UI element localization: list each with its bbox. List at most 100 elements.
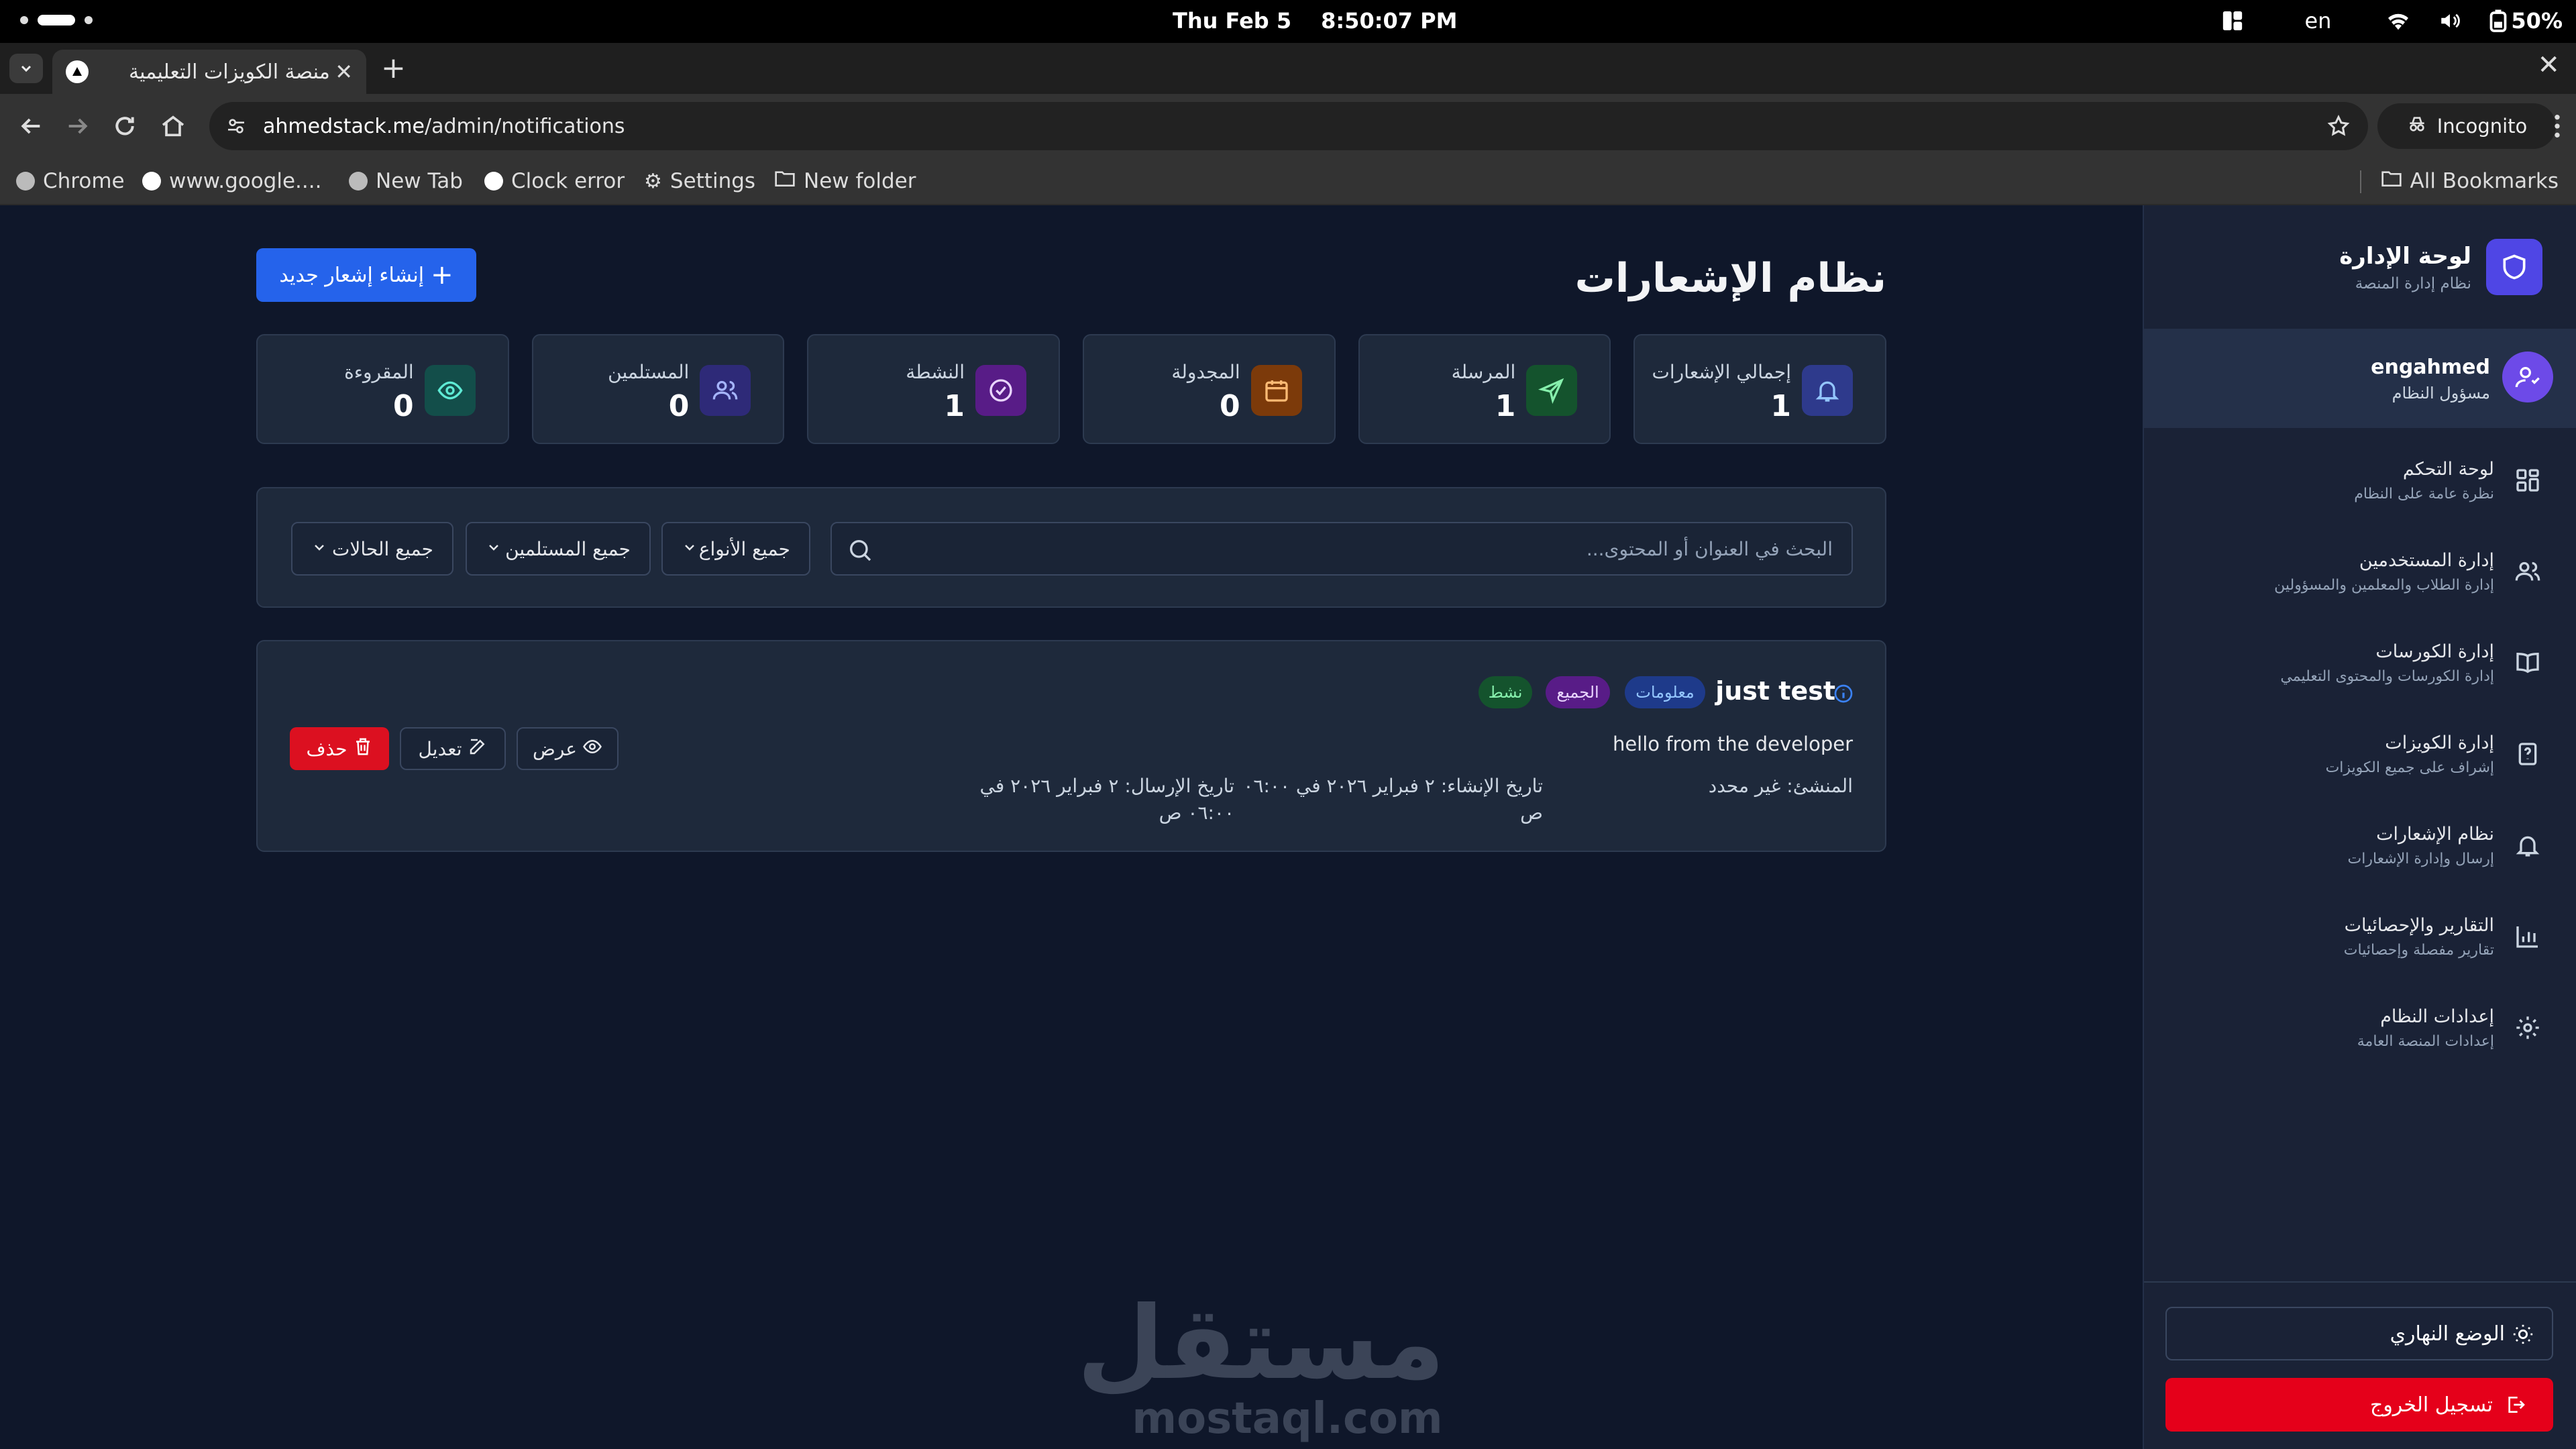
gear-icon xyxy=(2514,1014,2541,1044)
grid-icon xyxy=(2514,467,2541,496)
logout-icon xyxy=(2505,1394,2526,1421)
new-tab-icon[interactable]: + xyxy=(381,51,406,85)
stat-sent: المرسلة 1 xyxy=(1358,334,1611,444)
main-content: نظام الإشعارات + إنشاء إشعار جديد إجمالي… xyxy=(0,205,2143,1449)
browser-menu-icon[interactable] xyxy=(2553,113,2561,142)
sidebar-item-courses[interactable]: إدارة الكورسات إدارة الكورسات والمحتوى ا… xyxy=(2144,629,2576,710)
page-title: نظام الإشعارات xyxy=(1574,255,1886,302)
all-bookmarks[interactable]: All Bookmarks xyxy=(2381,169,2559,193)
sidebar-item-quizzes[interactable]: إدارة الكويزات إشراف على جميع الكويزات xyxy=(2144,720,2576,801)
window-close-icon[interactable]: ✕ xyxy=(2537,50,2560,80)
address-bar[interactable]: ahmedstack.me/admin/notifications xyxy=(209,102,2368,150)
bookmark-chrome[interactable]: Chrome xyxy=(16,169,125,193)
layout-icon[interactable] xyxy=(2221,9,2244,32)
sidebar-item-notifications[interactable]: نظام الإشعارات إرسال وإدارة الإشعارات xyxy=(2144,812,2576,892)
os-date: Thu Feb 5 xyxy=(1173,8,1292,34)
stat-scheduled: المجدولة 0 xyxy=(1082,334,1336,444)
bookmark-new-tab[interactable]: New Tab xyxy=(349,169,463,193)
chrome-icon xyxy=(16,172,35,191)
bookmark-clock-error[interactable]: Clock error xyxy=(484,169,625,193)
bookmarks-bar: Chrome www.google.... New Tab Clock erro… xyxy=(0,158,2576,205)
bookmark-google[interactable]: www.google.... xyxy=(142,169,321,193)
chevron-down-icon xyxy=(311,538,327,560)
send-icon xyxy=(1526,365,1578,416)
sun-icon xyxy=(2512,1323,2534,1351)
user-role: مسؤول النظام xyxy=(2392,384,2490,402)
back-icon[interactable] xyxy=(17,113,44,142)
user-name: engahmed xyxy=(2371,356,2490,379)
sidebar-item-users[interactable]: إدارة المستخدمين إدارة الطلاب والمعلمين … xyxy=(2144,538,2576,619)
google-icon xyxy=(484,172,503,191)
notification-body: hello from the developer xyxy=(1612,733,1853,755)
info-icon xyxy=(1833,683,1854,707)
created-date-meta: تاريخ الإنشاء: ٢ فبراير ٢٠٢٦ في ٠٦:٠٠ ص xyxy=(1243,775,1543,824)
user-card[interactable]: engahmed مسؤول النظام xyxy=(2144,329,2576,428)
battery-status[interactable]: 50% xyxy=(2488,8,2563,34)
eye-icon xyxy=(582,737,602,761)
chevron-down-icon xyxy=(682,538,698,560)
stat-total: إجمالي الإشعارات 1 xyxy=(1633,334,1886,444)
os-language[interactable]: en xyxy=(2304,8,2331,34)
recipient-filter-select[interactable]: جميع المستلمين xyxy=(466,522,651,576)
gear-icon: ⚙ xyxy=(644,169,662,193)
tab-close-icon[interactable]: ✕ xyxy=(335,59,353,85)
bookmark-settings[interactable]: ⚙ Settings xyxy=(644,169,755,193)
sidebar-item-reports[interactable]: التقارير والإحصائيات تقارير مفصلة وإحصائ… xyxy=(2144,903,2576,983)
sidebar-item-dashboard[interactable]: لوحة التحكم نظرة عامة على النظام xyxy=(2144,447,2576,527)
chevron-down-icon xyxy=(21,65,32,72)
incognito-label: Incognito xyxy=(2436,115,2528,138)
bookmark-new-folder[interactable]: New folder xyxy=(774,169,916,193)
eye-icon xyxy=(424,365,476,416)
delete-button[interactable]: حذف xyxy=(290,727,389,770)
bookmark-star-icon[interactable] xyxy=(2326,114,2351,144)
logout-button[interactable]: تسجيل الخروج xyxy=(2165,1378,2553,1432)
search-input[interactable]: البحث في العنوان أو المحتوى... xyxy=(830,522,1853,576)
stat-read: المقروءة 0 xyxy=(256,334,509,444)
os-menu-bar: Thu Feb 5 8:50:07 PM en 50% xyxy=(0,0,2576,43)
tab-title: منصة الكويزات التعليمية xyxy=(129,60,330,84)
site-info-icon[interactable] xyxy=(225,115,247,142)
chevron-down-icon xyxy=(486,538,502,560)
window-dots xyxy=(20,15,93,25)
notification-card: just test معلومات الجميع نشط hello from … xyxy=(256,640,1886,852)
type-filter-select[interactable]: جميع الأنواع xyxy=(661,522,810,576)
view-button[interactable]: عرض xyxy=(517,727,619,770)
os-status-area: en 50% xyxy=(2221,8,2563,34)
wifi-icon[interactable] xyxy=(2385,9,2412,32)
browser-toolbar: ahmedstack.me/admin/notifications Incogn… xyxy=(0,94,2576,158)
brand-subtitle: نظام إدارة المنصة xyxy=(2355,275,2471,292)
edit-icon xyxy=(468,737,488,761)
users-icon xyxy=(700,365,751,416)
trash-icon xyxy=(353,737,373,761)
incognito-indicator[interactable]: Incognito xyxy=(2377,103,2556,149)
url-path: /admin/notifications xyxy=(424,114,625,138)
status-badge: نشط xyxy=(1479,676,1532,708)
notification-title: just test xyxy=(1715,676,1835,706)
status-filter-select[interactable]: جميع الحالات xyxy=(291,522,453,576)
home-icon[interactable] xyxy=(160,113,186,142)
tab-search-button[interactable] xyxy=(9,54,43,83)
chart-icon xyxy=(2514,923,2541,953)
bell-icon xyxy=(1802,365,1853,416)
os-time: 8:50:07 PM xyxy=(1321,8,1458,34)
sidebar-item-settings[interactable]: إعدادات النظام إعدادات المنصة العامة xyxy=(2144,994,2576,1075)
create-notification-button[interactable]: + إنشاء إشعار جديد xyxy=(256,248,476,302)
battery-icon xyxy=(2488,9,2508,33)
reload-icon[interactable] xyxy=(111,113,138,142)
edit-button[interactable]: تعديل xyxy=(400,727,506,770)
search-placeholder: البحث في العنوان أو المحتوى... xyxy=(1586,537,1833,560)
stats-row: إجمالي الإشعارات 1 المرسلة 1 المجدولة 0 … xyxy=(256,334,1886,444)
stat-recipients: المستلمين 0 xyxy=(531,334,785,444)
stat-active: النشطة 1 xyxy=(807,334,1060,444)
volume-icon[interactable] xyxy=(2438,9,2461,32)
theme-toggle-button[interactable]: الوضع النهاري xyxy=(2165,1307,2553,1360)
shield-icon xyxy=(2486,239,2542,295)
active-tab[interactable]: منصة الكويزات التعليمية ✕ xyxy=(52,50,366,94)
forward-icon[interactable] xyxy=(64,113,91,142)
globe-icon xyxy=(349,172,368,191)
quiz-icon xyxy=(2514,741,2541,770)
os-clock: Thu Feb 5 8:50:07 PM xyxy=(1173,8,1457,34)
folder-icon xyxy=(774,169,796,193)
user-avatar-icon xyxy=(2502,352,2553,402)
admin-sidebar: لوحة الإدارة نظام إدارة المنصة engahmed … xyxy=(2143,205,2576,1449)
